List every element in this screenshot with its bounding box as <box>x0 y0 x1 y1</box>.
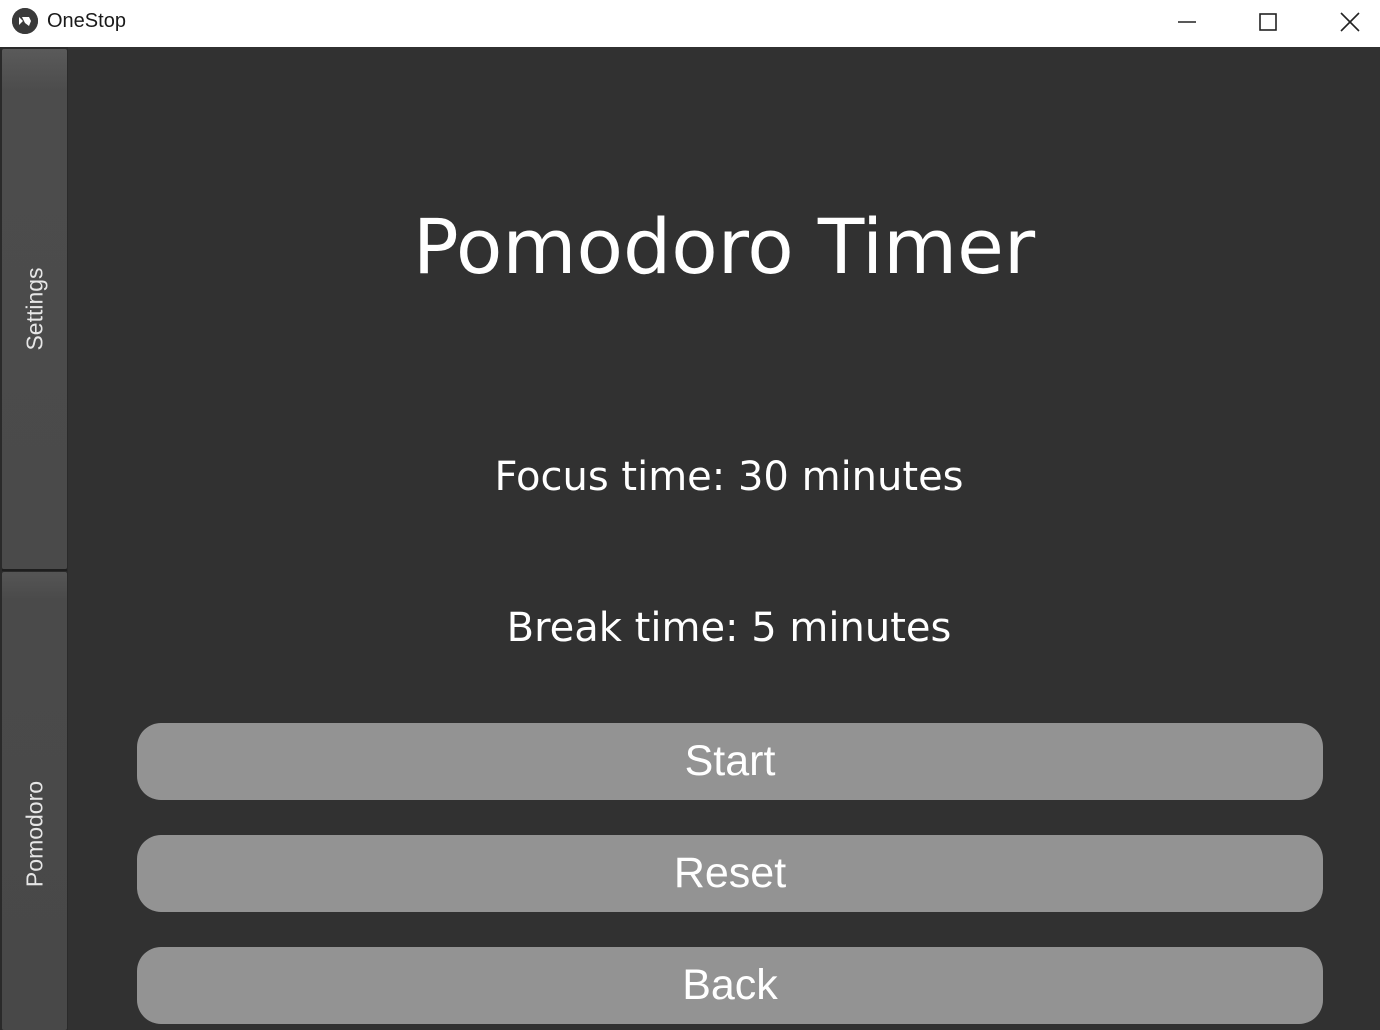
window-title: OneStop <box>47 10 126 32</box>
tab-label: Settings <box>21 267 47 351</box>
close-icon <box>1340 12 1360 32</box>
close-button[interactable] <box>1310 0 1380 44</box>
minimize-icon <box>1178 21 1196 23</box>
kivy-logo-icon <box>12 8 38 34</box>
tab-pomodoro[interactable]: Pomodoro <box>2 572 67 1030</box>
maximize-icon <box>1259 13 1277 31</box>
break-time-label: Break time: 5 minutes <box>506 605 952 651</box>
tab-label: Pomodoro <box>21 780 47 888</box>
title-bar[interactable]: OneStop <box>0 0 1380 46</box>
back-button[interactable]: Back <box>137 947 1323 1024</box>
page-title: Pomodoro Timer <box>412 202 1036 291</box>
app-window: OneStop Settings Pomodoro Pomodoro Timer… <box>0 0 1380 1030</box>
main-content: Settings Pomodoro Pomodoro Timer Focus t… <box>0 47 1380 1030</box>
tab-settings[interactable]: Settings <box>2 49 67 571</box>
reset-button[interactable]: Reset <box>137 835 1323 912</box>
minimize-button[interactable] <box>1147 0 1227 44</box>
focus-time-label: Focus time: 30 minutes <box>494 454 964 500</box>
maximize-button[interactable] <box>1228 0 1308 44</box>
start-button[interactable]: Start <box>137 723 1323 800</box>
sidebar: Settings Pomodoro <box>0 47 68 1030</box>
